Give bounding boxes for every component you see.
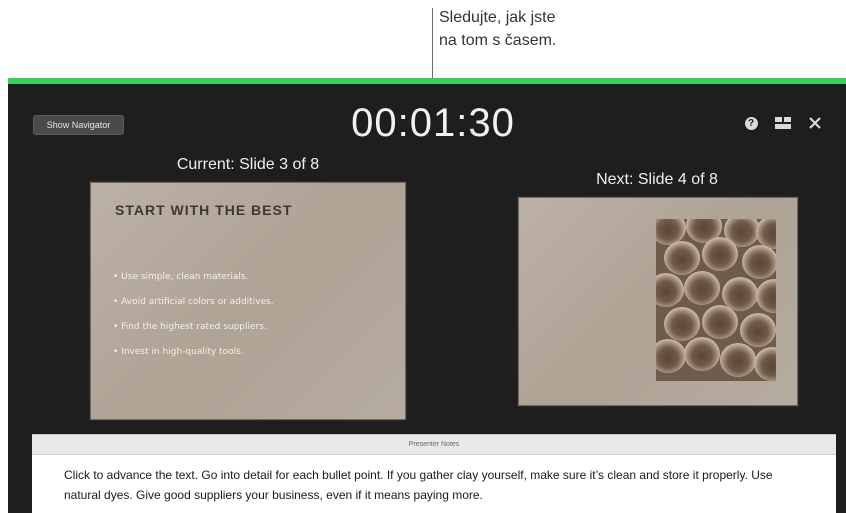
layout-icon[interactable] xyxy=(774,114,792,132)
close-icon[interactable] xyxy=(806,114,824,132)
callout-line-2: na tom s časem. xyxy=(439,32,557,49)
presenter-notes-text[interactable]: Click to advance the text. Go into detai… xyxy=(64,465,784,505)
current-slide-label: Current: Slide 3 of 8 xyxy=(176,156,320,173)
presenter-notes-header: Presenter Notes xyxy=(32,435,836,455)
help-icon[interactable]: ? xyxy=(742,114,760,132)
show-navigator-button[interactable]: Show Navigator xyxy=(33,115,124,135)
callout-text: Sledujte, jak jste na tom s časem. xyxy=(439,6,639,52)
slide-bullets: Use simple, clean materials. Avoid artif… xyxy=(113,270,274,370)
bullet-item: Use simple, clean materials. xyxy=(113,270,274,295)
elapsed-timer[interactable]: 00:01:30 xyxy=(278,98,588,148)
pottery-bowls-image xyxy=(656,219,776,381)
slide-title: START WITH THE BEST xyxy=(115,202,293,218)
toolbar-icons: ? xyxy=(742,114,824,132)
callout-line-1: Sledujte, jak jste xyxy=(439,9,556,26)
presenter-display: Show Navigator 00:01:30 ? Current: Slide… xyxy=(8,84,846,513)
bullet-item: Avoid artificial colors or additives. xyxy=(113,295,273,320)
presenter-notes-panel[interactable]: Presenter Notes Click to advance the tex… xyxy=(32,434,836,513)
bullet-item: Find the highest rated suppliers. xyxy=(113,320,274,345)
next-slide-label: Next: Slide 4 of 8 xyxy=(596,171,718,188)
next-slide[interactable] xyxy=(518,197,798,406)
bullet-item: Invest in high-quality tools. xyxy=(113,345,274,370)
current-slide[interactable]: START WITH THE BEST Use simple, clean ma… xyxy=(90,182,406,420)
